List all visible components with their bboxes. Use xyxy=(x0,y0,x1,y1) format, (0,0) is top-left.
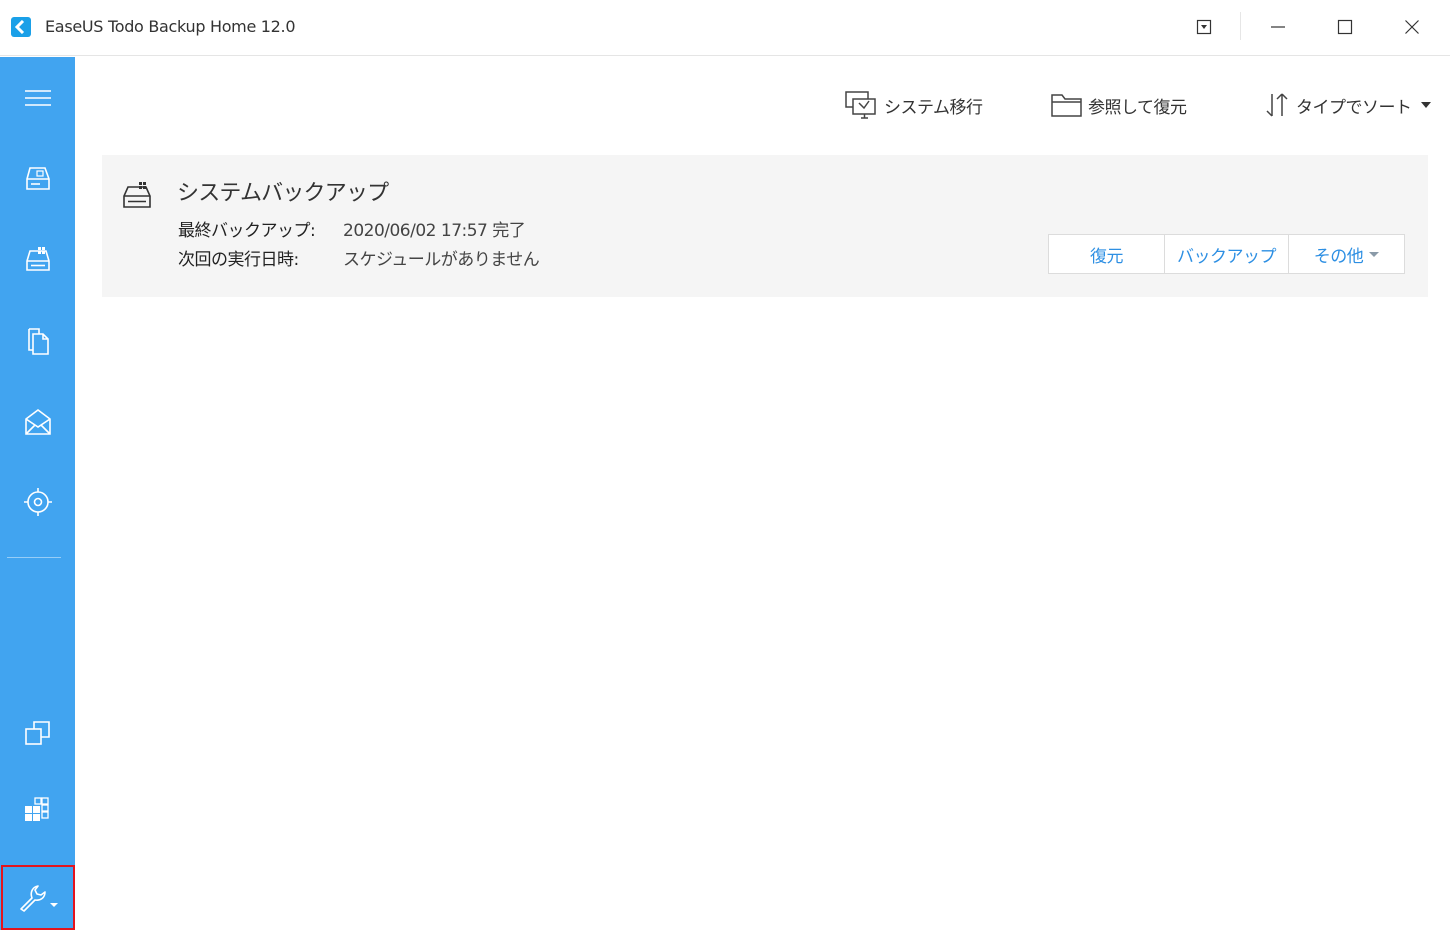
backup-title: システムバックアップ xyxy=(177,181,389,206)
title-bar: EaseUS Todo Backup Home 12.0 xyxy=(0,0,1450,56)
chevron-down-icon xyxy=(1420,102,1431,108)
last-backup-value: 2020/06/02 17:57 完了 xyxy=(343,221,526,241)
maximize-icon xyxy=(1337,19,1353,35)
file-backup-icon xyxy=(27,328,49,355)
system-backup-icon xyxy=(122,180,154,214)
system-migration-label: システム移行 xyxy=(884,97,983,118)
browse-to-recover-button[interactable]: 参照して復元 xyxy=(1050,86,1187,124)
browse-to-recover-label: 参照して復元 xyxy=(1088,97,1187,118)
sidebar-item-menu[interactable] xyxy=(0,68,75,128)
folder-icon xyxy=(1051,94,1082,117)
minimize-button[interactable] xyxy=(1246,0,1310,54)
next-run-label: 次回の実行日時: xyxy=(178,250,299,270)
maximize-button[interactable] xyxy=(1313,0,1377,54)
sidebar-item-disk-backup[interactable] xyxy=(0,149,75,209)
close-button[interactable] xyxy=(1380,0,1444,54)
sidebar-item-tools[interactable] xyxy=(1,865,75,930)
disk-backup-icon xyxy=(25,167,50,190)
chevron-down-icon xyxy=(1369,251,1380,257)
clone-icon xyxy=(24,721,50,745)
sort-by-type-label: タイプでソート xyxy=(1296,97,1412,118)
title-separator xyxy=(1240,12,1241,40)
easeus-logo-icon xyxy=(11,17,31,37)
next-run-value: スケジュールがありません xyxy=(343,250,540,270)
more-dropdown[interactable]: その他 xyxy=(1289,235,1404,273)
window-title: EaseUS Todo Backup Home 12.0 xyxy=(45,17,296,36)
sidebar-item-system-transfer[interactable] xyxy=(0,780,75,840)
sidebar-item-system-backup[interactable] xyxy=(0,230,75,290)
system-migration-icon xyxy=(845,91,876,119)
wrench-icon xyxy=(20,884,58,912)
system-backup-card[interactable]: システムバックアップ 最終バックアップ: 2020/06/02 17:57 完了… xyxy=(102,155,1428,297)
backup-button[interactable]: バックアップ xyxy=(1165,235,1289,273)
sort-by-type-dropdown[interactable]: タイプでソート xyxy=(1264,86,1431,124)
system-backup-icon xyxy=(25,247,50,271)
hamburger-menu-icon xyxy=(24,90,51,106)
more-label: その他 xyxy=(1313,246,1364,267)
close-icon xyxy=(1405,20,1419,34)
sort-arrows-icon xyxy=(1266,93,1288,117)
system-transfer-icon xyxy=(24,797,49,821)
sidebar-item-mail-backup[interactable] xyxy=(0,392,75,452)
restore-button[interactable]: 復元 xyxy=(1049,235,1165,273)
minimize-icon xyxy=(1271,26,1285,28)
system-migration-button[interactable]: システム移行 xyxy=(844,86,983,124)
sidebar-item-smart-backup[interactable] xyxy=(0,472,75,532)
dropdown-menu-icon xyxy=(1196,19,1212,35)
smart-backup-icon xyxy=(23,488,52,516)
sidebar-item-clone[interactable] xyxy=(0,703,75,763)
sidebar-divider xyxy=(7,557,61,558)
sidebar-item-file-backup[interactable] xyxy=(0,311,75,371)
sidebar xyxy=(0,57,75,930)
mail-backup-icon xyxy=(24,409,51,435)
last-backup-label: 最終バックアップ: xyxy=(178,221,316,241)
backup-actions: 復元 バックアップ その他 xyxy=(1048,234,1405,274)
dropdown-menu-button[interactable] xyxy=(1172,0,1236,54)
